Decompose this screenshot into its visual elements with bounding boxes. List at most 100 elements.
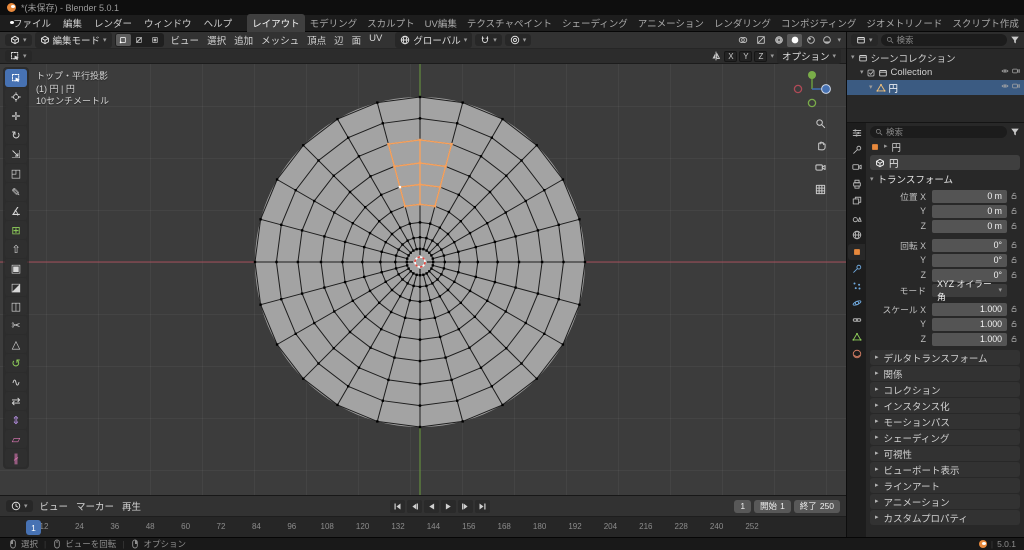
tool-transform[interactable]: ◰	[5, 164, 27, 182]
viewport-menu-item[interactable]: 頂点	[303, 32, 330, 48]
panel-header-collapsed[interactable]: ▸カスタムプロパティ	[870, 510, 1020, 525]
panel-header-collapsed[interactable]: ▸インスタンス化	[870, 398, 1020, 413]
panel-header-collapsed[interactable]: ▸モーションパス	[870, 414, 1020, 429]
topbar-menu-item[interactable]: 編集	[57, 15, 88, 31]
lock-cell[interactable]	[1007, 222, 1020, 230]
jump-first-button[interactable]	[390, 500, 405, 513]
number-field[interactable]: 0 m	[932, 220, 1007, 233]
prev-keyframe-button[interactable]	[407, 500, 422, 513]
properties-tab-particles[interactable]	[848, 278, 865, 294]
properties-tab-material[interactable]	[848, 346, 865, 362]
workspace-tab[interactable]: ジオメトリノード	[861, 14, 947, 32]
breadcrumb-object-name[interactable]: 円	[892, 140, 902, 154]
filter-funnel-icon[interactable]	[1010, 35, 1020, 45]
lock-cell[interactable]	[1007, 271, 1020, 279]
workspace-tab[interactable]: レンダリング	[709, 14, 776, 32]
properties-tab-tool[interactable]	[848, 142, 865, 158]
lock-cell[interactable]	[1007, 335, 1020, 343]
toggle-camera-icon[interactable]	[1012, 82, 1020, 93]
transform-panel-header[interactable]: ▾ トランスフォーム	[870, 172, 1020, 186]
toggle-eye-icon[interactable]	[1001, 67, 1009, 78]
options-dropdown[interactable]: オプション ▾	[777, 48, 841, 64]
navigation-gizmo[interactable]	[792, 69, 832, 112]
viewport-3d[interactable]: ✛↻⇲◰✎∡⊞⇧▣◪◫✂△↺∿⇄⇕▱∦ トップ・平行投影 (1) 円 | 円 1…	[0, 64, 846, 495]
next-keyframe-button[interactable]	[458, 500, 473, 513]
properties-tab-world[interactable]	[848, 227, 865, 243]
lock-cell[interactable]	[1007, 207, 1020, 215]
frame-end-field[interactable]: 終了 250	[794, 500, 840, 513]
toggle-ortho-icon[interactable]	[815, 184, 826, 198]
topbar-menu-item[interactable]: ヘルプ	[198, 15, 239, 31]
filter-funnel-icon[interactable]	[1010, 127, 1020, 137]
tool-extrude-region[interactable]: ⇧	[5, 240, 27, 258]
topbar-menu-item[interactable]: ファイル	[7, 15, 57, 31]
outliner-row[interactable]: ▾Collection	[847, 65, 1024, 80]
tool-bevel[interactable]: ◪	[5, 278, 27, 296]
viewport-menu-item[interactable]: 辺	[330, 32, 348, 48]
caret-down-icon[interactable]: ▾	[860, 69, 864, 76]
caret-down-icon[interactable]: ▾	[851, 54, 855, 61]
lock-cell[interactable]	[1007, 320, 1020, 328]
tool-move[interactable]: ✛	[5, 107, 27, 125]
panel-header-collapsed[interactable]: ▸関係	[870, 366, 1020, 381]
tool-scale[interactable]: ⇲	[5, 145, 27, 163]
panel-header-collapsed[interactable]: ▸コレクション	[870, 382, 1020, 397]
tool-poly-build[interactable]: △	[5, 335, 27, 353]
mirror-x-toggle[interactable]: X	[724, 51, 737, 62]
tool-shrink-fatten[interactable]: ⇕	[5, 411, 27, 429]
show-overlays-button[interactable]	[735, 34, 750, 47]
properties-tab-view-layer[interactable]	[848, 193, 865, 209]
zoom-icon[interactable]	[815, 118, 826, 132]
number-field[interactable]: 1.000	[932, 318, 1007, 331]
play-reverse-button[interactable]	[424, 500, 439, 513]
timeline-menu-item[interactable]: ビュー	[36, 498, 73, 514]
edge-select-button[interactable]	[132, 34, 147, 46]
workspace-tab[interactable]: UV編集	[420, 14, 462, 32]
camera-view-icon[interactable]	[815, 162, 826, 176]
workspace-tab[interactable]: シェーディング	[557, 14, 633, 32]
workspace-tab[interactable]: モデリング	[305, 14, 363, 32]
tool-add-primitive[interactable]: ⊞	[5, 221, 27, 239]
timeline-menu-item[interactable]: マーカー	[72, 498, 118, 514]
xray-toggle-button[interactable]	[753, 34, 768, 47]
workspace-tab[interactable]: スカルプト	[362, 14, 420, 32]
properties-tab-scene[interactable]	[848, 210, 865, 226]
shading-solid-button[interactable]	[787, 34, 802, 47]
active-tool-dropdown[interactable]: ▾	[5, 50, 32, 62]
viewport-menu-item[interactable]: 選択	[203, 32, 230, 48]
proportional-edit-dropdown[interactable]: ▾	[505, 34, 532, 46]
properties-tab-object[interactable]	[848, 244, 865, 260]
jump-last-button[interactable]	[475, 500, 490, 513]
properties-tab-physics[interactable]	[848, 295, 865, 311]
shading-wireframe-button[interactable]	[771, 34, 786, 47]
tool-rip-region[interactable]: ∦	[5, 449, 27, 467]
tool-loop-cut[interactable]: ◫	[5, 297, 27, 315]
lock-cell[interactable]	[1007, 241, 1020, 249]
vertex-select-button[interactable]	[116, 34, 131, 46]
number-field[interactable]: 0 m	[932, 190, 1007, 203]
panel-header-collapsed[interactable]: ▸ビューポート表示	[870, 462, 1020, 477]
number-field[interactable]: 0 m	[932, 205, 1007, 218]
playhead-marker[interactable]: 1	[26, 520, 41, 535]
properties-tab-render[interactable]	[848, 159, 865, 175]
mode-dropdown[interactable]: 編集モード ▾	[35, 32, 112, 48]
tool-inset-faces[interactable]: ▣	[5, 259, 27, 277]
toggle-eye-icon[interactable]	[1001, 82, 1009, 93]
lock-cell[interactable]	[1007, 256, 1020, 264]
outliner-row[interactable]: ▾シーンコレクション	[847, 50, 1024, 65]
properties-tab-output[interactable]	[848, 176, 865, 192]
outliner-row[interactable]: ▾円	[847, 80, 1024, 95]
outliner-search-input[interactable]: 検索	[881, 34, 1007, 46]
workspace-tab[interactable]: テクスチャペイント	[462, 14, 557, 32]
timeline-editor-dropdown[interactable]: ▾	[6, 500, 33, 512]
number-field[interactable]: 1.000	[932, 303, 1007, 316]
panel-header-collapsed[interactable]: ▸デルタトランスフォーム	[870, 350, 1020, 365]
mirror-z-toggle[interactable]: Z	[754, 51, 767, 62]
tool-smooth[interactable]: ∿	[5, 373, 27, 391]
viewport-menu-item[interactable]: ビュー	[167, 32, 204, 48]
properties-tab-data[interactable]	[848, 329, 865, 345]
rotation-mode-dropdown[interactable]: XYZ オイラー角▾	[932, 284, 1007, 297]
lock-cell[interactable]	[1007, 305, 1020, 313]
tool-edge-slide[interactable]: ⇄	[5, 392, 27, 410]
tool-rotate[interactable]: ↻	[5, 126, 27, 144]
